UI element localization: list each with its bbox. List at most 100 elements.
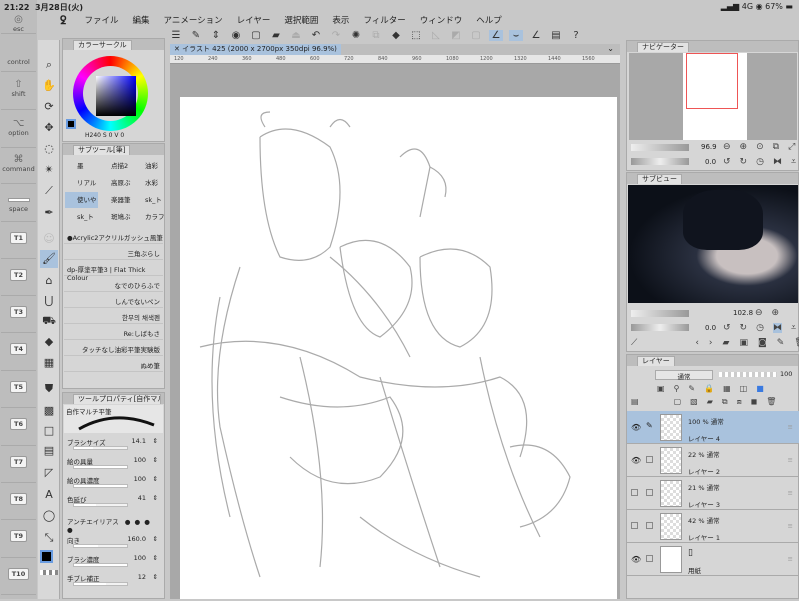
subtool-item[interactable]: 油彩 bbox=[133, 158, 166, 174]
property-slider[interactable] bbox=[73, 503, 128, 507]
delete-icon[interactable]: 🗑 bbox=[794, 338, 799, 348]
edit-icon[interactable]: ✎ bbox=[189, 30, 203, 41]
lock-icon[interactable]: 🔒 bbox=[704, 384, 714, 393]
subtool-item-selected[interactable]: 使いや bbox=[65, 192, 98, 208]
visibility-eye-icon[interactable]: 👁 bbox=[631, 555, 641, 564]
brush-list-item[interactable]: タッチなし油彩平筆実験版 bbox=[64, 340, 163, 356]
add-image-icon[interactable]: ▣ bbox=[739, 338, 748, 348]
lock-toggle[interactable] bbox=[646, 555, 653, 562]
camera-icon[interactable]: ◙ bbox=[758, 338, 767, 348]
undo-icon[interactable]: ↶ bbox=[309, 30, 323, 41]
saturation-value-square[interactable] bbox=[96, 76, 136, 116]
deselect-icon[interactable]: ▢ bbox=[469, 30, 483, 41]
copy-icon[interactable]: ⧉ bbox=[369, 30, 383, 41]
pen-tool-icon[interactable]: ✒ bbox=[40, 204, 58, 222]
merge-icon[interactable]: ⧈ bbox=[737, 397, 742, 407]
duplicate-icon[interactable]: ⧉ bbox=[722, 397, 728, 407]
t9-key[interactable]: T9 bbox=[1, 520, 36, 558]
fill-bucket-icon[interactable]: ⛊ bbox=[40, 380, 58, 398]
pencil-tool-icon[interactable]: ☺ bbox=[40, 230, 58, 248]
editing-pen-icon[interactable]: ✎ bbox=[646, 421, 653, 430]
t10-key[interactable]: T10 bbox=[1, 558, 36, 595]
eyedropper-icon[interactable]: ⟋ bbox=[40, 182, 58, 200]
import-icon[interactable]: ▰ bbox=[723, 338, 730, 348]
tab-tool-property[interactable]: ツールプロパティ[自作マルチ平筆] bbox=[73, 394, 161, 404]
lock-toggle[interactable] bbox=[646, 456, 653, 463]
clip-icon[interactable]: ▣ bbox=[657, 384, 665, 393]
visibility-toggle[interactable] bbox=[631, 522, 638, 529]
zoom-slider[interactable] bbox=[631, 144, 689, 151]
brush-list-item[interactable]: ぬめ筆 bbox=[64, 356, 163, 372]
menu-selection[interactable]: 選択範囲 bbox=[284, 14, 318, 26]
zoom-out-icon[interactable]: ⊖ bbox=[755, 308, 763, 318]
blend-mode-select[interactable]: 通常 bbox=[655, 370, 713, 381]
move-tool-icon[interactable]: ✥ bbox=[40, 119, 58, 137]
shift-key[interactable]: ⇧ shift bbox=[1, 73, 36, 110]
main-color-swatch[interactable] bbox=[40, 550, 53, 563]
airbrush-icon[interactable]: ⛟ bbox=[40, 312, 58, 330]
layer-row[interactable]: 21 % 通常 レイヤー 3 ≡ bbox=[627, 477, 799, 510]
brush-tool-icon[interactable]: 🖌 bbox=[40, 250, 58, 268]
new-vector-layer-icon[interactable]: ▧ bbox=[690, 397, 698, 407]
t1-key[interactable]: T1 bbox=[1, 222, 36, 259]
brush-list-item[interactable]: Re:しばもさ bbox=[64, 324, 163, 340]
reset-rotation-icon[interactable]: ◷ bbox=[756, 323, 764, 333]
updown-icon[interactable]: ⇕ bbox=[209, 30, 223, 41]
visibility-eye-icon[interactable]: 👁 bbox=[631, 423, 641, 432]
snap-ruler-icon[interactable]: ∠ bbox=[489, 30, 503, 41]
t2-key[interactable]: T2 bbox=[1, 259, 36, 296]
tool-property-row[interactable]: 向き 160.0 ⇕ bbox=[67, 535, 160, 548]
subtool-item[interactable]: 楽器筆 bbox=[99, 192, 132, 208]
subtool-item[interactable]: 墨 bbox=[65, 158, 98, 174]
new-raster-layer-icon[interactable]: ▢ bbox=[674, 397, 682, 407]
fill-icon[interactable]: ◆ bbox=[389, 30, 403, 41]
ruler-tool-icon[interactable]: ◸ bbox=[40, 464, 58, 482]
tab-subtool[interactable]: サブツール[筆] bbox=[73, 145, 131, 155]
stepper-icon[interactable]: ⇕ bbox=[153, 437, 158, 445]
open-folder-icon[interactable]: ▰ bbox=[269, 30, 283, 41]
tool-property-row[interactable]: ブラシ濃度 100 ⇕ bbox=[67, 554, 160, 567]
menu-help[interactable]: ヘルプ bbox=[476, 14, 502, 26]
canvas-tab[interactable]: ✕ イラスト 425 (2000 x 2700px 350dpi 96.9%) bbox=[170, 44, 341, 55]
eraser-icon[interactable]: ◆ bbox=[40, 333, 58, 351]
chevron-down-icon[interactable]: ⌄ bbox=[607, 44, 614, 53]
tab-navigator[interactable]: ナビゲーター bbox=[637, 42, 689, 52]
navigator-preview[interactable] bbox=[629, 53, 797, 140]
correct-line-icon[interactable]: ⤡ bbox=[40, 529, 58, 547]
subtool-item[interactable]: リアル bbox=[65, 175, 98, 191]
actual-size-icon[interactable]: ⧉ bbox=[773, 142, 779, 152]
drag-handle-icon[interactable]: ≡ bbox=[788, 489, 793, 497]
property-slider[interactable] bbox=[73, 582, 128, 586]
zoom-in-icon[interactable]: ⊕ bbox=[740, 142, 748, 152]
flip-horizontal-icon[interactable]: ⧓ bbox=[773, 157, 782, 167]
t4-key[interactable]: T4 bbox=[1, 333, 36, 371]
property-slider[interactable] bbox=[73, 563, 128, 567]
property-slider[interactable] bbox=[73, 484, 128, 488]
delete-layer-icon[interactable]: 🗑 bbox=[766, 397, 776, 407]
brush-list-item[interactable]: dp-厚塗平筆3 | Flat Thick Colour bbox=[64, 260, 163, 282]
flip-vertical-icon[interactable]: ⩡ bbox=[791, 157, 796, 167]
mask-icon[interactable]: ◫ bbox=[740, 384, 748, 393]
esc-key[interactable]: ◎ esc bbox=[1, 14, 36, 34]
stepper-icon[interactable]: ⇕ bbox=[153, 456, 158, 464]
subtool-item[interactable]: 斑鳩ぶ bbox=[99, 209, 132, 225]
gradient-icon[interactable]: ▩ bbox=[40, 402, 58, 420]
lock-toggle[interactable] bbox=[646, 489, 653, 496]
zoom-tool-icon[interactable]: ⌕ bbox=[40, 56, 58, 74]
menu-view[interactable]: 表示 bbox=[332, 14, 349, 26]
redo-icon[interactable]: ↷ bbox=[329, 30, 343, 41]
new-file-icon[interactable]: ▢ bbox=[249, 30, 263, 41]
opacity-slider[interactable] bbox=[719, 372, 777, 377]
edit-icon[interactable]: ✎ bbox=[777, 338, 785, 348]
rotate-left-icon[interactable]: ↺ bbox=[723, 157, 731, 167]
drag-handle-icon[interactable]: ≡ bbox=[788, 522, 793, 530]
visibility-toggle[interactable] bbox=[631, 489, 638, 496]
magic-wand-icon[interactable]: ✴ bbox=[40, 161, 58, 179]
subtool-item[interactable]: 高原ぶ bbox=[99, 175, 132, 191]
transform-icon[interactable]: ⬚ bbox=[409, 30, 423, 41]
t3-key[interactable]: T3 bbox=[1, 296, 36, 333]
layer-color-icon[interactable]: ■ bbox=[756, 384, 764, 393]
rotate-right-icon[interactable]: ↻ bbox=[740, 323, 748, 333]
menu-file[interactable]: ファイル bbox=[84, 14, 118, 26]
fit-icon[interactable]: ⊙ bbox=[756, 142, 764, 152]
